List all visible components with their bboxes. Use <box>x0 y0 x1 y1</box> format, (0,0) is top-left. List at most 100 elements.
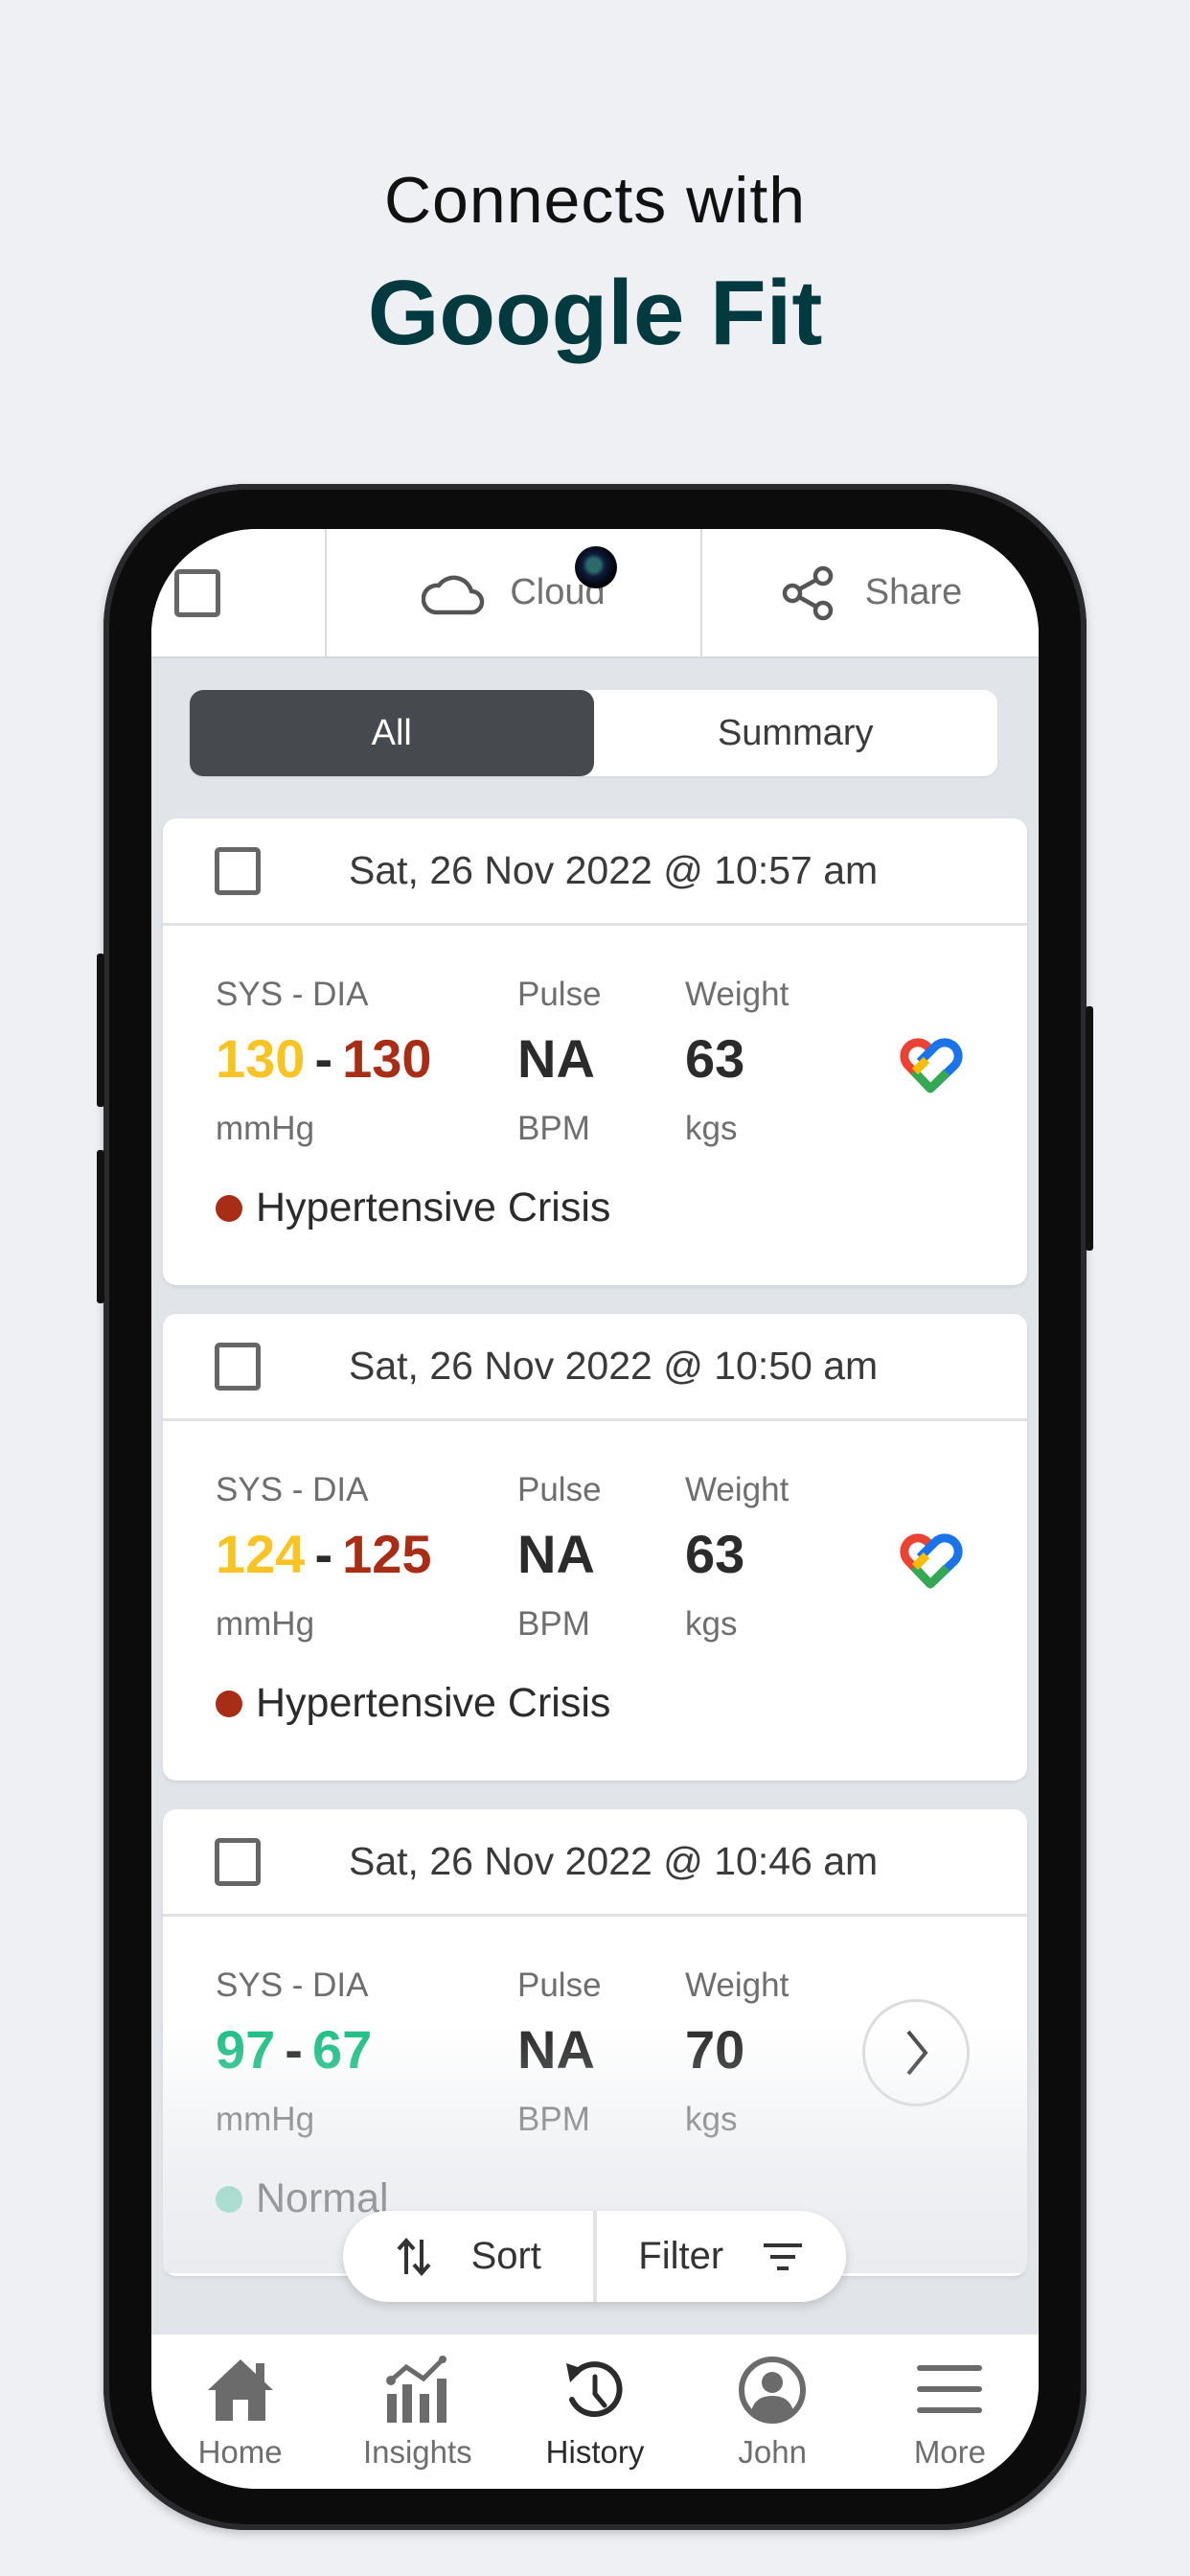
weight-unit: kgs <box>685 1110 738 1147</box>
sort-button[interactable]: Sort <box>343 2211 597 2302</box>
share-button[interactable]: Share <box>702 529 1039 656</box>
nav-more-label: More <box>913 2434 986 2470</box>
status-text: Hypertensive Crisis <box>256 1680 611 1726</box>
reading-checkbox[interactable] <box>215 846 261 895</box>
reading-date: Sat, 26 Nov 2022 @ 10:57 am <box>349 848 879 892</box>
pulse-value: NA <box>517 2019 595 2080</box>
reading-checkbox[interactable] <box>215 1837 261 1886</box>
weight-column: Weight 63 kgs <box>685 1471 789 1644</box>
nav-profile[interactable]: John <box>684 2334 861 2489</box>
pulse-label: Pulse <box>517 976 602 1013</box>
app-screen: Cloud Share All Summary Sat, 26 Nov 2022… <box>151 529 1039 2489</box>
cloud-button[interactable]: Cloud <box>327 529 702 656</box>
pulse-label: Pulse <box>517 1966 602 2004</box>
cloud-icon <box>422 575 485 614</box>
bp-column: SYS - DIA 97-67 mmHg <box>216 1966 372 2139</box>
status-dot <box>216 1690 242 1717</box>
reading-date: Sat, 26 Nov 2022 @ 10:50 am <box>349 1344 879 1388</box>
reading-card[interactable]: Sat, 26 Nov 2022 @ 10:57 am SYS - DIA 13… <box>163 818 1027 1285</box>
weight-label: Weight <box>685 1966 790 2004</box>
pulse-value: NA <box>517 1524 595 1584</box>
card-body: SYS - DIA 130-130 mmHg Pulse NA BPM Weig… <box>163 926 1027 1280</box>
bp-value: 97-67 <box>216 2018 372 2082</box>
card-header: Sat, 26 Nov 2022 @ 10:46 am <box>163 1809 1027 1917</box>
bp-separator: - <box>314 1524 333 1584</box>
pulse-column: Pulse NA BPM <box>517 976 602 1148</box>
systolic-value: 97 <box>216 2019 276 2080</box>
sort-icon <box>397 2237 431 2276</box>
diastolic-value: 67 <box>311 2019 373 2080</box>
phone-side-button <box>97 954 104 1107</box>
diastolic-value: 130 <box>342 1028 432 1089</box>
phone-power-button <box>1086 1006 1093 1251</box>
bp-label: SYS - DIA <box>216 1966 369 2004</box>
open-details-button[interactable] <box>862 1999 970 2106</box>
status-dot <box>216 1194 242 1222</box>
nav-home[interactable]: Home <box>151 2334 329 2489</box>
phone-side-button <box>97 1150 104 1303</box>
bp-column: SYS - DIA 130-130 mmHg <box>216 976 432 1148</box>
pulse-unit: BPM <box>517 2101 590 2138</box>
nav-insights-label: Insights <box>362 2434 472 2470</box>
bp-column: SYS - DIA 124-125 mmHg <box>216 1471 432 1644</box>
card-header: Sat, 26 Nov 2022 @ 10:57 am <box>163 818 1027 926</box>
weight-value: 70 <box>685 2019 745 2080</box>
chevron-right-icon <box>906 2030 928 2076</box>
reading-date: Sat, 26 Nov 2022 @ 10:46 am <box>349 1839 879 1883</box>
pulse-value: NA <box>517 1028 595 1089</box>
status-text: Hypertensive Crisis <box>256 1184 611 1230</box>
bp-value: 130-130 <box>216 1027 432 1091</box>
history-icon <box>566 2361 623 2418</box>
profile-icon <box>739 2357 807 2424</box>
weight-column: Weight 63 kgs <box>685 976 789 1148</box>
sort-filter-bar: Sort Filter <box>343 2211 846 2302</box>
menu-icon <box>917 2365 983 2413</box>
sort-label: Sort <box>470 2235 541 2277</box>
weight-value: 63 <box>685 1028 745 1089</box>
select-all-cell <box>151 529 327 656</box>
bp-label: SYS - DIA <box>216 1471 369 1508</box>
pulse-unit: BPM <box>517 1605 590 1643</box>
reading-card[interactable]: Sat, 26 Nov 2022 @ 10:46 am SYS - DIA 97… <box>163 1809 1027 2276</box>
weight-label: Weight <box>685 1471 790 1508</box>
headline-line-2: Google Fit <box>367 262 823 364</box>
filter-button[interactable]: Filter <box>597 2211 847 2302</box>
weight-value: 63 <box>685 1524 745 1584</box>
card-header: Sat, 26 Nov 2022 @ 10:50 am <box>163 1314 1027 1421</box>
filter-label: Filter <box>638 2235 724 2277</box>
google-fit-icon <box>900 1038 963 1093</box>
tab-all[interactable]: All <box>190 690 594 776</box>
home-icon <box>207 2359 273 2421</box>
pulse-column: Pulse NA BPM <box>517 1471 602 1644</box>
select-all-checkbox[interactable] <box>174 568 220 617</box>
status-dot <box>216 2185 242 2213</box>
weight-unit: kgs <box>685 1605 738 1643</box>
reading-card[interactable]: Sat, 26 Nov 2022 @ 10:50 am SYS - DIA 12… <box>163 1314 1027 1781</box>
bp-value: 124-125 <box>216 1523 432 1586</box>
pulse-column: Pulse NA BPM <box>517 1966 602 2139</box>
nav-more[interactable]: More <box>861 2334 1039 2489</box>
systolic-value: 130 <box>216 1028 306 1089</box>
systolic-value: 124 <box>216 1524 306 1584</box>
nav-history-label: History <box>545 2434 645 2470</box>
insights-icon <box>385 2356 446 2423</box>
bottom-navigation: Home Insights History John More <box>151 2334 1039 2489</box>
tab-summary[interactable]: Summary <box>594 690 998 776</box>
bp-unit: mmHg <box>216 1605 315 1643</box>
share-label: Share <box>864 572 963 612</box>
headline-line-1: Connects with <box>383 164 807 237</box>
diastolic-value: 125 <box>342 1524 432 1584</box>
front-camera <box>575 546 617 588</box>
weight-unit: kgs <box>685 2101 738 2138</box>
reading-checkbox[interactable] <box>215 1342 261 1391</box>
bp-label: SYS - DIA <box>216 976 369 1013</box>
nav-history[interactable]: History <box>506 2334 683 2489</box>
weight-column: Weight 70 kgs <box>685 1966 789 2139</box>
nav-insights[interactable]: Insights <box>329 2334 506 2489</box>
card-body: SYS - DIA 124-125 mmHg Pulse NA BPM Weig… <box>163 1421 1027 1776</box>
bp-unit: mmHg <box>216 1110 315 1147</box>
bp-status: Hypertensive Crisis <box>216 1184 610 1231</box>
bp-status: Hypertensive Crisis <box>216 1680 610 1727</box>
share-icon <box>782 565 834 620</box>
bp-separator: - <box>314 1028 333 1089</box>
